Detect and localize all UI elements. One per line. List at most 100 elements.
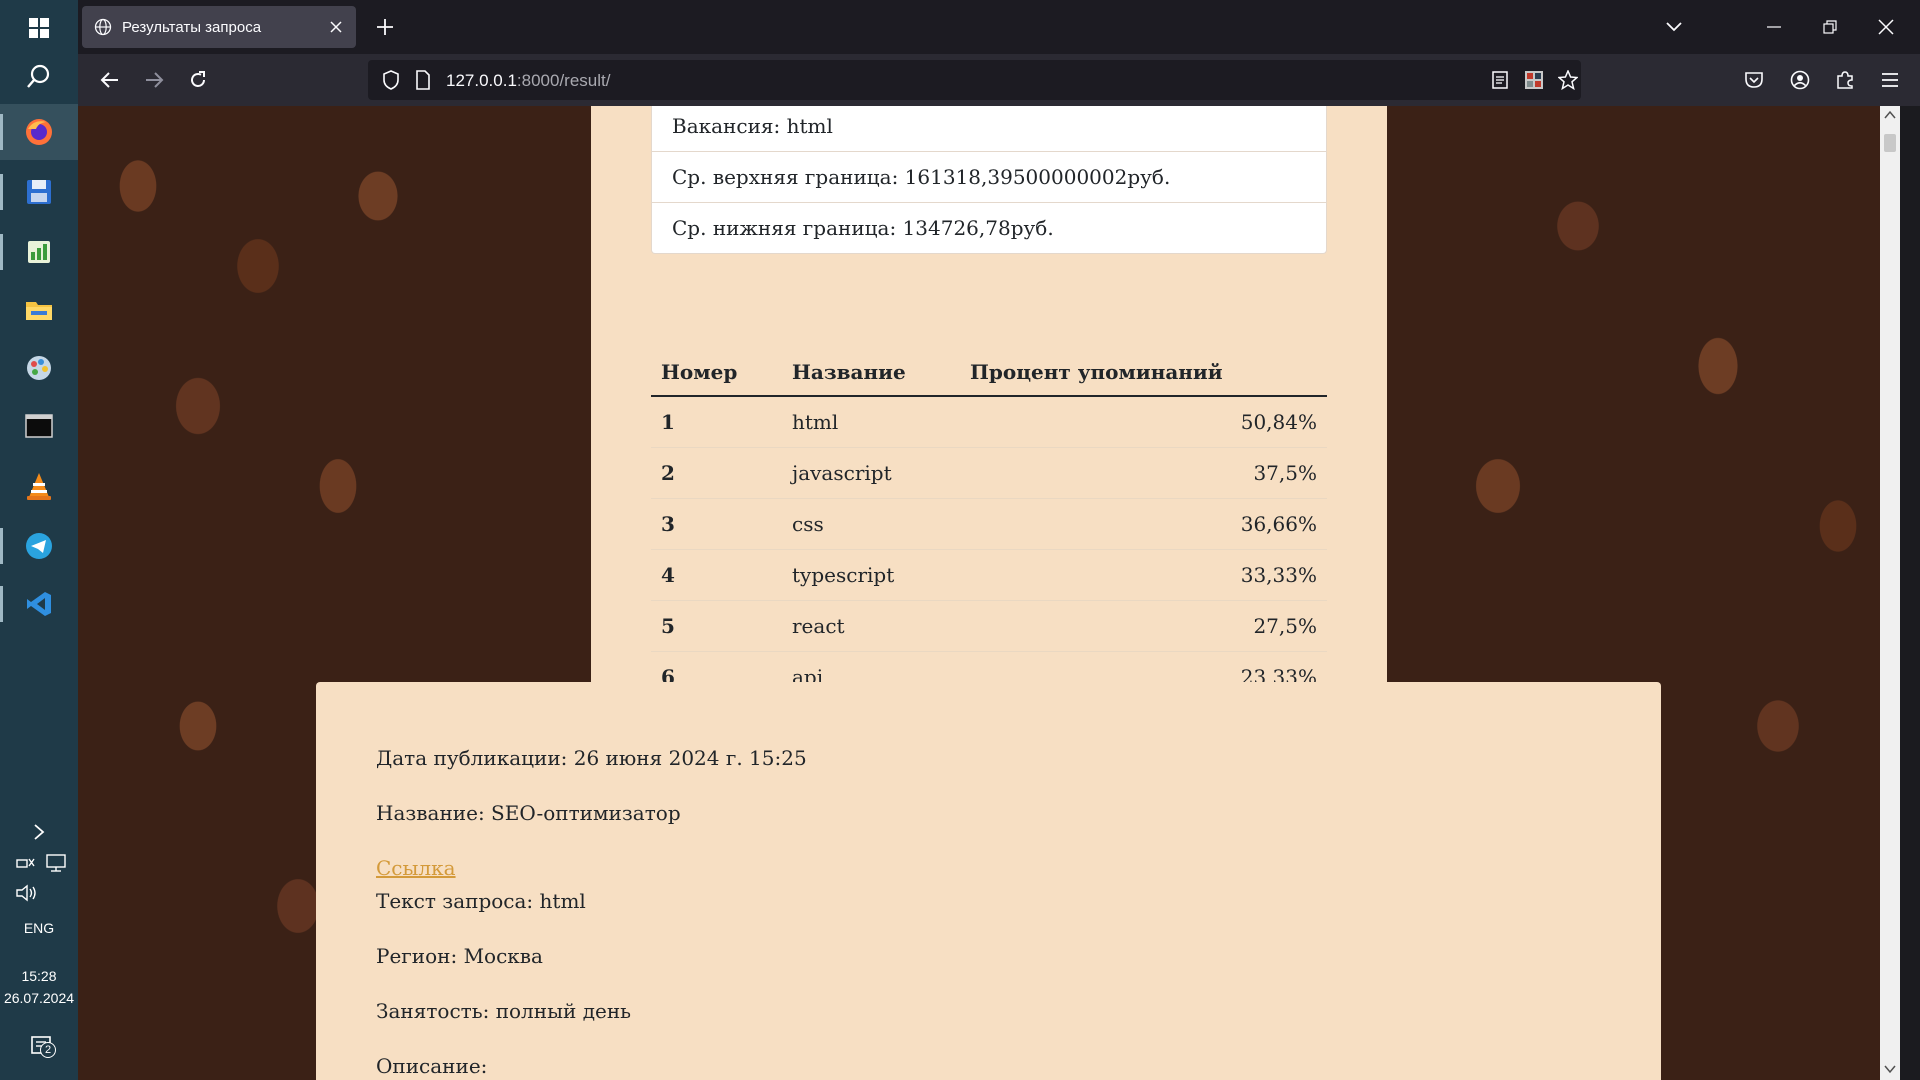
back-button[interactable] <box>94 64 126 96</box>
header-percent: Процент упоминаний <box>960 348 1302 397</box>
taskbar-file-explorer[interactable] <box>0 282 78 338</box>
network-off-icon[interactable] <box>14 852 36 874</box>
pocket-button[interactable] <box>1738 64 1770 96</box>
cell-name: react <box>782 600 960 652</box>
page-info-icon[interactable] <box>412 69 434 91</box>
scroll-up-icon[interactable] <box>1884 110 1896 120</box>
vacancy-region: Регион: Москва <box>376 944 543 968</box>
list-all-tabs-button[interactable] <box>1658 12 1690 42</box>
cell-number: 4 <box>651 549 782 601</box>
app-menu-button[interactable] <box>1874 64 1906 96</box>
vacancy-employment: Занятость: полный день <box>376 999 632 1023</box>
cell-percent: 37,5% <box>960 447 1327 499</box>
taskbar-save-app[interactable] <box>0 164 78 220</box>
reload-button[interactable] <box>182 64 214 96</box>
clock-time[interactable]: 15:28 <box>0 968 78 984</box>
url-bar[interactable]: 127.0.0.1:8000/result/ <box>368 60 1581 100</box>
close-icon <box>1878 19 1894 35</box>
vacancy-date: Дата публикации: 26 июня 2024 г. 15:25 <box>376 746 807 770</box>
extensions-button[interactable] <box>1829 64 1861 96</box>
reader-view-icon <box>1492 71 1508 89</box>
folder-icon <box>26 302 52 320</box>
display-icon[interactable] <box>44 852 68 874</box>
taskbar-telegram[interactable] <box>0 518 78 574</box>
extension-badge-icon <box>1525 71 1543 89</box>
windows-logo-icon <box>29 18 49 38</box>
minimize-button[interactable] <box>1754 12 1794 42</box>
vacancy-link[interactable]: Ссылка <box>376 854 1661 887</box>
restore-button[interactable] <box>1810 12 1850 42</box>
telegram-icon <box>26 533 52 559</box>
notification-center-button[interactable]: 2 <box>26 1030 58 1064</box>
header-name: Название <box>782 348 960 397</box>
taskbar-spreadsheet-app[interactable] <box>0 224 78 280</box>
cell-percent: 33,33% <box>960 549 1327 601</box>
clock-date[interactable]: 26.07.2024 <box>0 990 78 1006</box>
table-header-row: Номер Название Процент упоминаний <box>651 348 1327 397</box>
close-window-button[interactable] <box>1866 12 1906 42</box>
skills-table: Номер Название Процент упоминаний 1 html 5… <box>651 348 1327 703</box>
header-number: Номер <box>651 348 782 397</box>
search-icon <box>27 64 50 88</box>
browser-nav-bar: 127.0.0.1:8000/result/ <box>78 54 1920 106</box>
scroll-down-icon[interactable] <box>1884 1064 1896 1074</box>
floppy-disk-icon <box>27 180 51 204</box>
vlc-cone-icon <box>27 473 51 500</box>
tray-expand-button[interactable] <box>0 806 78 858</box>
plus-icon <box>377 19 393 35</box>
cell-number: 1 <box>651 396 782 448</box>
new-tab-button[interactable] <box>370 12 400 42</box>
table-row: 1 html 50,84% <box>651 396 1327 448</box>
page-scrollbar[interactable] <box>1880 106 1900 1080</box>
table-row: 3 css 36,66% <box>651 498 1327 550</box>
cell-percent: 27,5% <box>960 600 1327 652</box>
taskbar-terminal[interactable] <box>0 398 78 454</box>
tab-title: Результаты запроса <box>122 18 262 36</box>
browser-tab-bar: Результаты запроса <box>78 0 1920 54</box>
paint-palette-icon <box>27 356 51 380</box>
volume-icon[interactable] <box>14 882 40 904</box>
cell-name: css <box>782 498 960 550</box>
taskbar-vlc[interactable] <box>0 458 78 514</box>
tab-results[interactable]: Результаты запроса <box>82 6 356 48</box>
taskbar-vscode[interactable] <box>0 576 78 632</box>
url-path: :8000/result/ <box>516 71 611 90</box>
scroll-thumb[interactable] <box>1884 134 1896 152</box>
table-row: 4 typescript 33,33% <box>651 549 1327 601</box>
cell-number: 3 <box>651 498 782 550</box>
tracking-protection-icon[interactable] <box>380 69 402 91</box>
url-text[interactable]: 127.0.0.1:8000/result/ <box>446 71 610 91</box>
chevron-down-icon <box>1666 22 1682 32</box>
globe-icon <box>94 18 112 36</box>
reader-view-button[interactable] <box>1489 69 1511 91</box>
firefox-icon <box>26 119 52 145</box>
header-spacer <box>1301 348 1327 397</box>
taskbar-search-button[interactable] <box>0 48 78 104</box>
url-host: 127.0.0.1 <box>446 71 517 90</box>
bookmark-star-button[interactable] <box>1557 69 1579 91</box>
account-button[interactable] <box>1784 64 1816 96</box>
puzzle-icon <box>1837 71 1853 89</box>
table-row: 5 react 27,5% <box>651 600 1327 652</box>
windows-taskbar: ENG 15:28 26.07.2024 2 <box>0 0 78 1080</box>
account-icon <box>1790 70 1810 90</box>
reload-icon <box>191 71 205 87</box>
arrow-left-icon <box>100 72 118 88</box>
arrow-right-icon <box>146 72 164 88</box>
vacancy-query: Текст запроса: html <box>376 889 586 913</box>
stat-upper-bound: Ср. верхняя граница: 161318,39500000002р… <box>652 151 1326 202</box>
taskbar-paint-app[interactable] <box>0 340 78 396</box>
input-language[interactable]: ENG <box>0 920 78 936</box>
restore-icon <box>1823 20 1837 34</box>
forward-button[interactable] <box>138 64 170 96</box>
taskbar-firefox[interactable] <box>0 104 78 160</box>
notification-count-badge: 2 <box>40 1042 56 1058</box>
table-row: 2 javascript 37,5% <box>651 447 1327 499</box>
close-tab-icon[interactable] <box>330 21 342 33</box>
spreadsheet-icon <box>28 241 50 263</box>
extension-page-button[interactable] <box>1523 69 1545 91</box>
cell-percent: 36,66% <box>960 498 1327 550</box>
pocket-icon <box>1745 72 1763 88</box>
cell-name: html <box>782 396 960 448</box>
chevron-right-icon <box>34 824 45 840</box>
